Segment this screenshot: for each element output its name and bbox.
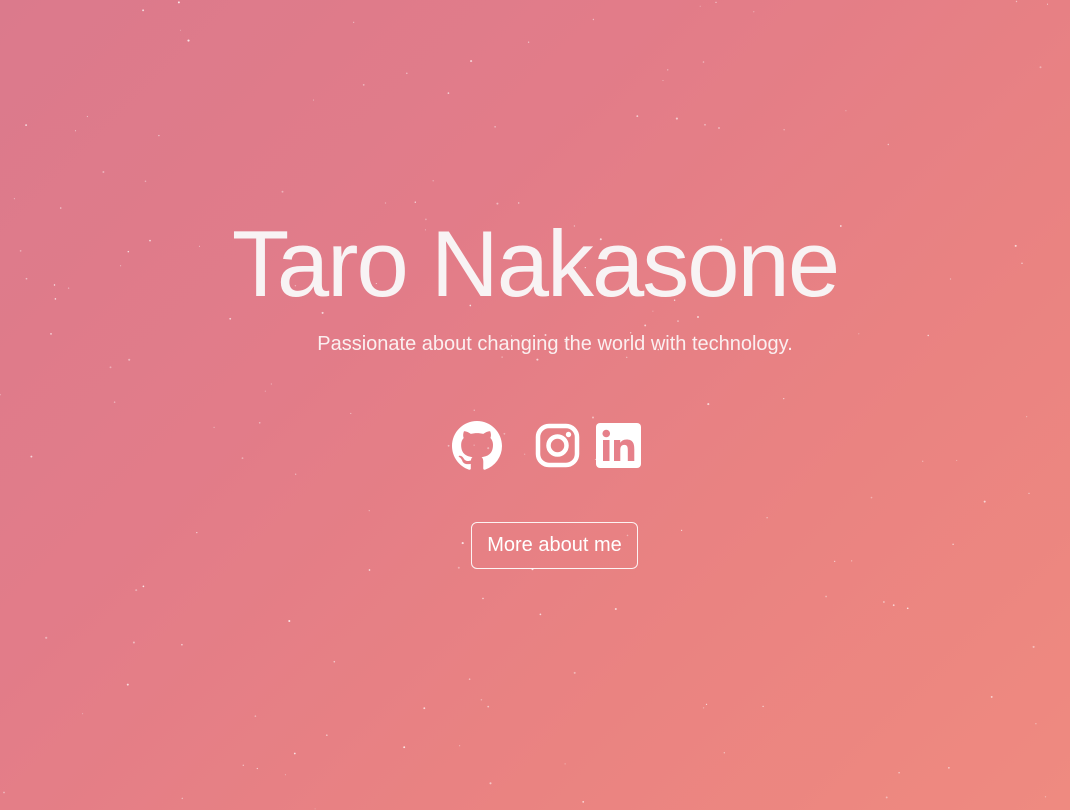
github-icon [452,421,502,470]
page-title: Taro Nakasone [231,211,840,316]
linkedin-link[interactable] [596,423,641,473]
hero-section: Taro Nakasone Passionate about changing … [0,0,1070,810]
linkedin-icon [596,423,641,468]
instagram-link[interactable] [535,423,580,473]
instagram-icon [535,423,580,468]
tagline: Passionate about changing the world with… [317,333,793,355]
github-link[interactable] [452,421,502,471]
more-about-me-button[interactable]: More about me [471,522,638,569]
